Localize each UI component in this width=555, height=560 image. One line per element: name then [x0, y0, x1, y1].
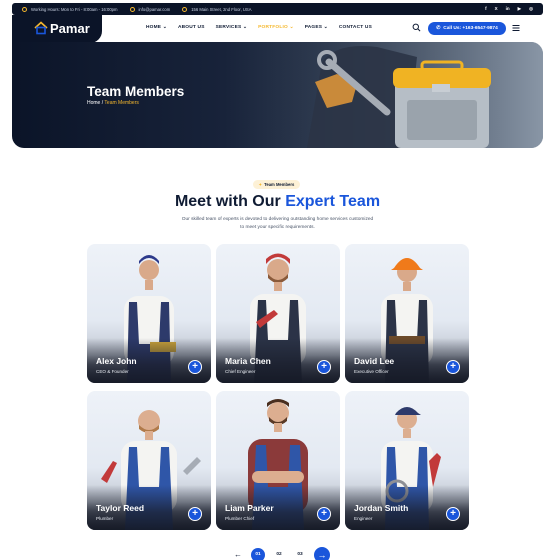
member-name: Jordan Smith [354, 503, 409, 513]
page-title: Team Members [87, 84, 185, 99]
team-card[interactable]: Jordan Smith Engineer + [345, 391, 469, 530]
email-info[interactable]: info@pamar.com [129, 6, 171, 12]
search-icon[interactable] [412, 23, 421, 32]
expand-plus-icon[interactable]: + [317, 507, 331, 521]
email-text[interactable]: info@pamar.com [139, 7, 171, 12]
expand-plus-icon[interactable]: + [446, 507, 460, 521]
breadcrumb: Home / Team Members [87, 100, 139, 106]
member-role: Plumber [96, 516, 114, 521]
section-title-accent: Expert Team [285, 193, 381, 210]
member-role: Chief Engineer [225, 369, 256, 374]
social-links: f X in ▶ ◎ [485, 6, 533, 12]
clock-icon [22, 6, 27, 12]
prev-page-arrow-icon[interactable]: ← [232, 549, 244, 560]
team-card[interactable]: Maria Chen Chief Engineer + [216, 244, 340, 383]
member-name: Liam Parker [225, 503, 274, 513]
expand-plus-icon[interactable]: + [317, 360, 331, 374]
phone-icon: ✆ [436, 26, 441, 31]
section-badge: ✦ Team Members [253, 180, 300, 189]
page-button-1[interactable]: 01 [251, 548, 265, 560]
team-card[interactable]: Liam Parker Plumber Chief + [216, 391, 340, 530]
page-button-3[interactable]: 03 [293, 548, 307, 560]
member-role: Executive Officer [354, 369, 389, 374]
main-navigation: Pamar HOME ⌄ ABOUT US SERVICES ⌄ PORTFOL… [12, 15, 543, 43]
member-role: Plumber Chief [225, 516, 255, 521]
location-icon [182, 6, 188, 12]
expand-plus-icon[interactable]: + [188, 360, 202, 374]
call-us-button[interactable]: ✆ Call Us: +163-6547-9874 [428, 22, 506, 35]
member-name: David Lee [354, 356, 395, 366]
youtube-icon[interactable]: ▶ [518, 6, 521, 12]
section-title-main: Meet with Our [174, 193, 286, 210]
brand-name: Pamar [50, 21, 90, 36]
expand-plus-icon[interactable]: + [188, 507, 202, 521]
menu-item-portfolio[interactable]: PORTFOLIO ⌄ [258, 25, 294, 30]
member-name: Taylor Reed [96, 503, 145, 513]
team-card[interactable]: Alex John CEO & Founder + [87, 244, 211, 383]
page-button-2[interactable]: 02 [272, 548, 286, 560]
address-info: 156 Main Street, 2nd Floor, USA [182, 6, 252, 12]
top-info-bar: Working Hours: Mon to Fri - 8:00am - 16:… [12, 3, 543, 15]
section-title: Meet with Our Expert Team [0, 193, 555, 211]
hamburger-menu-icon[interactable] [512, 24, 520, 32]
menu: HOME ⌄ ABOUT US SERVICES ⌄ PORTFOLIO ⌄ P… [146, 25, 372, 30]
member-role: CEO & Founder [96, 369, 129, 374]
expand-plus-icon[interactable]: + [446, 360, 460, 374]
team-card[interactable]: Taylor Reed Plumber + [87, 391, 211, 530]
next-page-arrow-icon[interactable]: → [314, 547, 330, 560]
breadcrumb-home[interactable]: Home [87, 100, 100, 106]
menu-item-about-us[interactable]: ABOUT US [178, 25, 205, 30]
address-text: 156 Main Street, 2nd Floor, USA [191, 6, 252, 12]
instagram-icon[interactable]: ◎ [529, 6, 533, 12]
menu-item-pages[interactable]: PAGES ⌄ [305, 25, 328, 30]
logo[interactable]: Pamar [12, 15, 102, 43]
breadcrumb-current: Team Members [104, 100, 139, 106]
x-twitter-icon[interactable]: X [495, 6, 498, 12]
house-logo-icon [34, 21, 48, 35]
mail-icon [129, 6, 135, 12]
page-hero-banner: Team Members Home / Team Members [12, 42, 543, 148]
pagination: ← 01 02 03 → [232, 547, 330, 560]
member-role: Engineer [354, 516, 373, 521]
menu-item-contact-us[interactable]: CONTACT US [339, 25, 372, 30]
hero-worker-toolbox-image [267, 42, 543, 148]
member-name: Alex John [96, 356, 137, 366]
team-card[interactable]: David Lee Executive Officer + [345, 244, 469, 383]
facebook-icon[interactable]: f [485, 6, 487, 12]
section-description: Our skilled team of experts is devoted t… [181, 217, 374, 230]
section-badge-label: Team Members [264, 182, 295, 187]
working-hours: Working Hours: Mon to Fri - 8:00am - 16:… [22, 6, 118, 12]
call-us-label: Call Us: +163-6547-9874 [443, 26, 498, 31]
member-name: Maria Chen [225, 356, 271, 366]
linkedin-icon[interactable]: in [506, 6, 510, 12]
menu-item-home[interactable]: HOME ⌄ [146, 25, 167, 30]
working-hours-text: Working Hours: Mon to Fri - 8:00am - 16:… [31, 6, 118, 12]
hammer-icon: ✦ [258, 182, 263, 187]
menu-item-services[interactable]: SERVICES ⌄ [216, 25, 248, 30]
